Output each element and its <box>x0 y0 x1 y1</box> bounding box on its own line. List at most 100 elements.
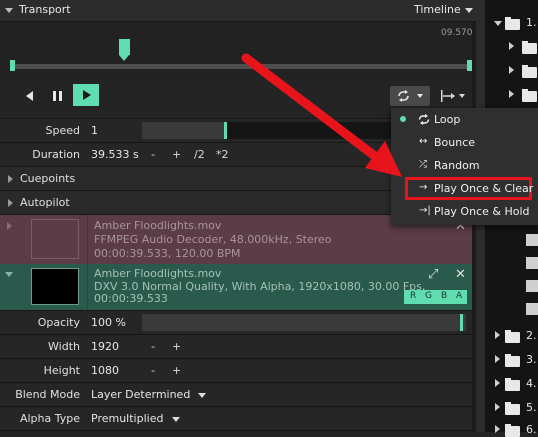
expand-triangle-icon <box>8 175 13 183</box>
transport-header[interactable]: Transport Timeline <box>0 0 476 22</box>
cue-dropdown-arrow-icon[interactable] <box>459 94 465 98</box>
autopilot-label: Autopilot <box>20 196 70 209</box>
file-icon <box>526 234 538 246</box>
folder-icon <box>505 354 520 367</box>
expand-triangle-icon[interactable] <box>7 222 12 230</box>
folder-icon <box>522 65 537 78</box>
menu-item-play-once-clear[interactable]: → Play Once & Clear <box>391 177 538 200</box>
browser-item[interactable]: 5. <box>526 401 537 414</box>
menu-item-label: Random <box>434 159 480 172</box>
clip-name: Amber Floodlights.mov <box>94 267 222 280</box>
divider <box>87 215 88 264</box>
video-clip-row[interactable]: Amber Floodlights.mov DXV 3.0 Normal Qua… <box>0 264 472 311</box>
height-plus-button[interactable]: + <box>172 364 181 377</box>
opacity-value[interactable]: 100 % <box>91 316 126 329</box>
arrow-right-icon: → <box>419 182 428 193</box>
clip-name: Amber Floodlights.mov <box>94 219 222 232</box>
alpha-type-dropdown[interactable]: Premultiplied <box>91 412 163 425</box>
collapse-triangle-icon[interactable] <box>5 8 13 13</box>
play-mode-menu: Loop ↔ Bounce ⤮ Random → Play Once & Cle… <box>391 108 538 225</box>
rgba-channel-toggles: R G B A <box>404 290 467 304</box>
width-value[interactable]: 1920 <box>91 340 119 353</box>
divider <box>87 264 88 310</box>
pause-icon[interactable] <box>52 90 64 102</box>
opacity-slider[interactable] <box>142 314 466 331</box>
expand-triangle-icon[interactable] <box>495 331 500 339</box>
expand-triangle-icon[interactable] <box>495 379 500 387</box>
menu-item-label: Play Once & Hold <box>434 205 530 218</box>
alpha-type-dropdown-arrow-icon[interactable] <box>172 417 180 422</box>
clip-timecode: 00:00:39.533 <box>94 292 168 305</box>
menu-item-loop[interactable]: Loop <box>391 108 538 131</box>
height-row: Height 1080 - + <box>0 359 476 383</box>
width-plus-button[interactable]: + <box>172 340 181 353</box>
menu-item-play-once-hold[interactable]: →| Play Once & Hold <box>391 200 538 223</box>
play-icon <box>83 90 91 100</box>
play-mode-button[interactable] <box>390 86 430 106</box>
collapse-triangle-icon[interactable] <box>494 21 502 26</box>
menu-item-random[interactable]: ⤮ Random <box>391 154 538 177</box>
expand-triangle-icon <box>8 199 13 207</box>
playhead[interactable] <box>119 39 130 55</box>
play-mode-dropdown-arrow-icon <box>417 94 423 98</box>
blend-mode-dropdown[interactable]: Layer Determined <box>91 388 190 401</box>
alpha-type-row: Alpha Type Premultiplied <box>0 407 476 431</box>
file-icon <box>526 280 538 292</box>
opacity-slider-handle[interactable] <box>460 314 463 331</box>
cue-icon[interactable] <box>440 90 456 102</box>
menu-item-bounce[interactable]: ↔ Bounce <box>391 131 538 154</box>
file-icon <box>526 257 538 269</box>
blend-mode-dropdown-arrow-icon[interactable] <box>198 393 206 398</box>
duration-plus-button[interactable]: + <box>172 148 181 161</box>
opacity-row: Opacity 100 % <box>0 311 476 335</box>
blend-mode-label: Blend Mode <box>15 388 80 401</box>
duration-value[interactable]: 39.533 s <box>91 148 139 161</box>
menu-item-label: Play Once & Clear <box>434 182 534 195</box>
expand-icon[interactable]: ⤢ <box>428 267 438 282</box>
video-thumbnail <box>31 268 79 305</box>
duration-half-button[interactable]: /2 <box>194 148 205 161</box>
duration-minus-button[interactable]: - <box>151 148 155 161</box>
timeline-dropdown-arrow-icon[interactable] <box>465 8 473 13</box>
play-button[interactable] <box>73 84 99 106</box>
playhead-tip-icon <box>119 55 129 61</box>
browser-item[interactable]: 4. <box>526 377 537 390</box>
close-icon[interactable]: ✕ <box>455 267 466 282</box>
timeline-area: 09.570 <box>0 22 476 79</box>
height-minus-button[interactable]: - <box>151 364 155 377</box>
expand-triangle-icon[interactable] <box>509 66 514 74</box>
browser-item[interactable]: 6. <box>526 423 537 436</box>
speed-value[interactable]: 1 <box>91 124 98 137</box>
browser-item[interactable]: 1. <box>526 16 537 29</box>
folder-icon <box>505 402 520 415</box>
channel-b-toggle[interactable]: B <box>441 291 447 301</box>
menu-item-label: Bounce <box>434 136 476 149</box>
bounce-icon: ↔ <box>419 136 428 147</box>
browser-item[interactable]: 2. <box>526 329 537 342</box>
speed-label: Speed <box>45 124 80 137</box>
timeline-dropdown[interactable]: Timeline <box>414 3 461 16</box>
audio-thumbnail <box>31 219 79 259</box>
channel-r-toggle[interactable]: R <box>410 291 416 301</box>
expand-triangle-icon[interactable] <box>509 90 514 98</box>
in-point-marker[interactable] <box>10 60 15 71</box>
duration-double-button[interactable]: *2 <box>216 148 229 161</box>
folder-icon <box>522 89 537 102</box>
browser-item[interactable]: 3. <box>526 353 537 366</box>
expand-triangle-icon[interactable] <box>495 403 500 411</box>
expand-triangle-icon[interactable] <box>495 355 500 363</box>
channel-g-toggle[interactable]: G <box>425 291 432 301</box>
arrow-right-bar-icon: →| <box>419 205 431 216</box>
channel-a-toggle[interactable]: A <box>456 291 462 301</box>
folder-icon <box>522 41 537 54</box>
expand-triangle-icon[interactable] <box>509 42 514 50</box>
width-minus-button[interactable]: - <box>151 340 155 353</box>
height-value[interactable]: 1080 <box>91 364 119 377</box>
collapse-triangle-icon[interactable] <box>5 272 13 277</box>
speed-slider-handle[interactable] <box>224 122 227 139</box>
reverse-play-icon[interactable] <box>23 90 35 102</box>
height-label: Height <box>43 364 80 377</box>
timeline-track[interactable] <box>10 64 472 69</box>
time-readout: 09.570 <box>441 28 473 38</box>
duration-label: Duration <box>32 148 80 161</box>
